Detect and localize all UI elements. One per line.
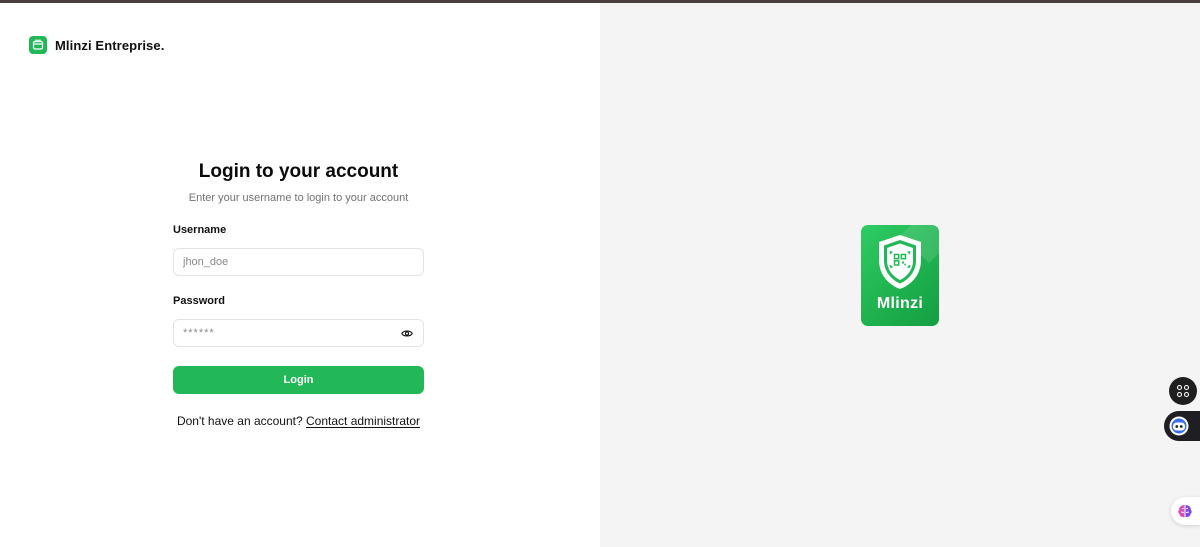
hero-panel: Mlinzi	[600, 3, 1200, 547]
login-form: Login to your account Enter your usernam…	[173, 161, 424, 428]
username-label: Username	[173, 224, 227, 236]
password-input[interactable]	[183, 327, 400, 339]
page-subtitle: Enter your username to login to your acc…	[188, 192, 409, 204]
username-field-wrapper	[173, 248, 424, 276]
eye-icon[interactable]	[400, 326, 414, 340]
brain-icon	[1178, 505, 1192, 518]
username-input[interactable]	[183, 256, 414, 268]
brand-name: Mlinzi Entreprise.	[55, 37, 165, 53]
password-field-wrapper	[173, 319, 424, 347]
login-panel: Mlinzi Entreprise. Login to your account…	[0, 3, 600, 547]
login-button[interactable]: Login	[173, 366, 424, 394]
signup-hint-text: Don't have an account?	[176, 414, 303, 428]
signup-hint: Don't have an account? Contact administr…	[173, 414, 424, 428]
apps-button[interactable]	[1169, 377, 1197, 405]
apps-icon	[1176, 384, 1190, 398]
shield-qr-icon	[879, 235, 921, 289]
contact-administrator-link[interactable]: Contact administrator	[306, 414, 420, 428]
password-label: Password	[173, 295, 225, 307]
app-logo: Mlinzi	[861, 225, 939, 326]
app-logo-text: Mlinzi	[876, 295, 924, 312]
brain-button[interactable]	[1171, 497, 1200, 525]
brand[interactable]: Mlinzi Entreprise.	[29, 36, 164, 54]
assistant-button[interactable]	[1164, 411, 1200, 441]
bot-icon	[1169, 416, 1189, 436]
page-title: Login to your account	[198, 161, 399, 182]
wallet-icon	[29, 36, 47, 54]
